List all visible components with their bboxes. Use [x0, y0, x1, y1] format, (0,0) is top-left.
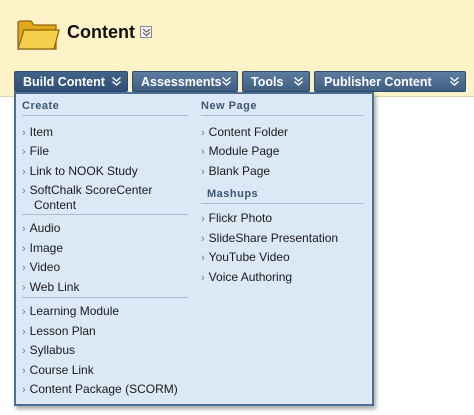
menu-item-course-link[interactable]: › Course Link — [22, 363, 94, 378]
page-options-button[interactable] — [140, 26, 152, 38]
divider — [201, 115, 363, 116]
page-title: Content — [67, 22, 135, 42]
chevron-down-icon — [450, 76, 459, 86]
menu-item-learning-module[interactable]: › Learning Module — [22, 304, 119, 319]
assessments-menu-button[interactable]: Assessments — [132, 71, 238, 92]
mashups-section-title: Mashups — [207, 188, 259, 200]
menu-item-audio[interactable]: › Audio — [22, 221, 60, 236]
build-content-dropdown: Create › Item › File › Link to NOOK Study ›… — [14, 92, 374, 406]
divider — [22, 297, 188, 298]
chevron-right-icon: › — [22, 262, 26, 274]
create-section-title: Create — [22, 100, 60, 112]
divider — [201, 203, 363, 204]
menu-item-voice-authoring[interactable]: › Voice Authoring — [201, 270, 292, 285]
menu-item-youtube-video[interactable]: › YouTube Video — [201, 250, 290, 265]
menu-item-link-to-nook-study[interactable]: › Link to NOOK Study — [22, 164, 138, 179]
chevron-right-icon: › — [22, 223, 26, 235]
menu-label: Assessments — [141, 75, 222, 89]
menu-item-module-page[interactable]: › Module Page — [201, 144, 279, 159]
build-content-menu-button[interactable]: Build Content — [14, 71, 128, 92]
chevron-right-icon: › — [22, 306, 26, 318]
chevron-right-icon: › — [201, 272, 205, 284]
chevron-right-icon: › — [22, 326, 26, 338]
folder-icon — [17, 20, 60, 50]
chevron-down-icon — [294, 76, 303, 86]
chevron-right-icon: › — [22, 243, 26, 255]
chevron-right-icon: › — [22, 384, 26, 396]
menu-item-file[interactable]: › File — [22, 144, 49, 159]
menu-item-flickr-photo[interactable]: › Flickr Photo — [201, 211, 272, 226]
menu-label: Build Content — [23, 75, 105, 89]
divider — [22, 115, 188, 116]
chevron-right-icon: › — [22, 185, 26, 197]
menu-item-web-link[interactable]: › Web Link — [22, 280, 79, 295]
chevron-right-icon: › — [201, 127, 205, 139]
publisher-content-menu-button[interactable]: Publisher Content — [314, 71, 466, 92]
chevron-right-icon: › — [22, 166, 26, 178]
menu-item-item[interactable]: › Item — [22, 125, 53, 140]
chevron-right-icon: › — [22, 345, 26, 357]
new-page-section-title: New Page — [201, 100, 257, 112]
menu-item-syllabus[interactable]: › Syllabus — [22, 343, 75, 358]
menu-item-content-package-scorm[interactable]: › Content Package (SCORM) — [22, 382, 178, 397]
chevron-down-icon — [222, 76, 231, 86]
menu-item-blank-page[interactable]: › Blank Page — [201, 164, 270, 179]
chevron-right-icon: › — [22, 146, 26, 158]
menu-label: Tools — [251, 75, 284, 89]
chevron-right-icon: › — [22, 282, 26, 294]
chevron-right-icon: › — [22, 365, 26, 377]
chevron-right-icon: › — [201, 166, 205, 178]
chevron-right-icon: › — [201, 252, 205, 264]
tools-menu-button[interactable]: Tools — [242, 71, 310, 92]
menu-item-slideshare-presentation[interactable]: › SlideShare Presentation — [201, 231, 338, 246]
chevron-right-icon: › — [201, 146, 205, 158]
menu-item-lesson-plan[interactable]: › Lesson Plan — [22, 324, 96, 339]
menu-item-content-folder[interactable]: › Content Folder — [201, 125, 288, 140]
menu-label: Publisher Content — [324, 75, 432, 89]
menu-item-softchalk-scorecenter-content[interactable]: › SoftChalk ScoreCenter Content — [22, 183, 188, 212]
divider — [22, 214, 188, 215]
chevron-right-icon: › — [22, 127, 26, 139]
chevron-right-icon: › — [201, 233, 205, 245]
chevron-down-icon — [142, 28, 151, 37]
chevron-right-icon: › — [201, 213, 205, 225]
chevron-down-icon — [112, 76, 121, 86]
menu-item-image[interactable]: › Image — [22, 241, 63, 256]
menu-item-video[interactable]: › Video — [22, 260, 60, 275]
